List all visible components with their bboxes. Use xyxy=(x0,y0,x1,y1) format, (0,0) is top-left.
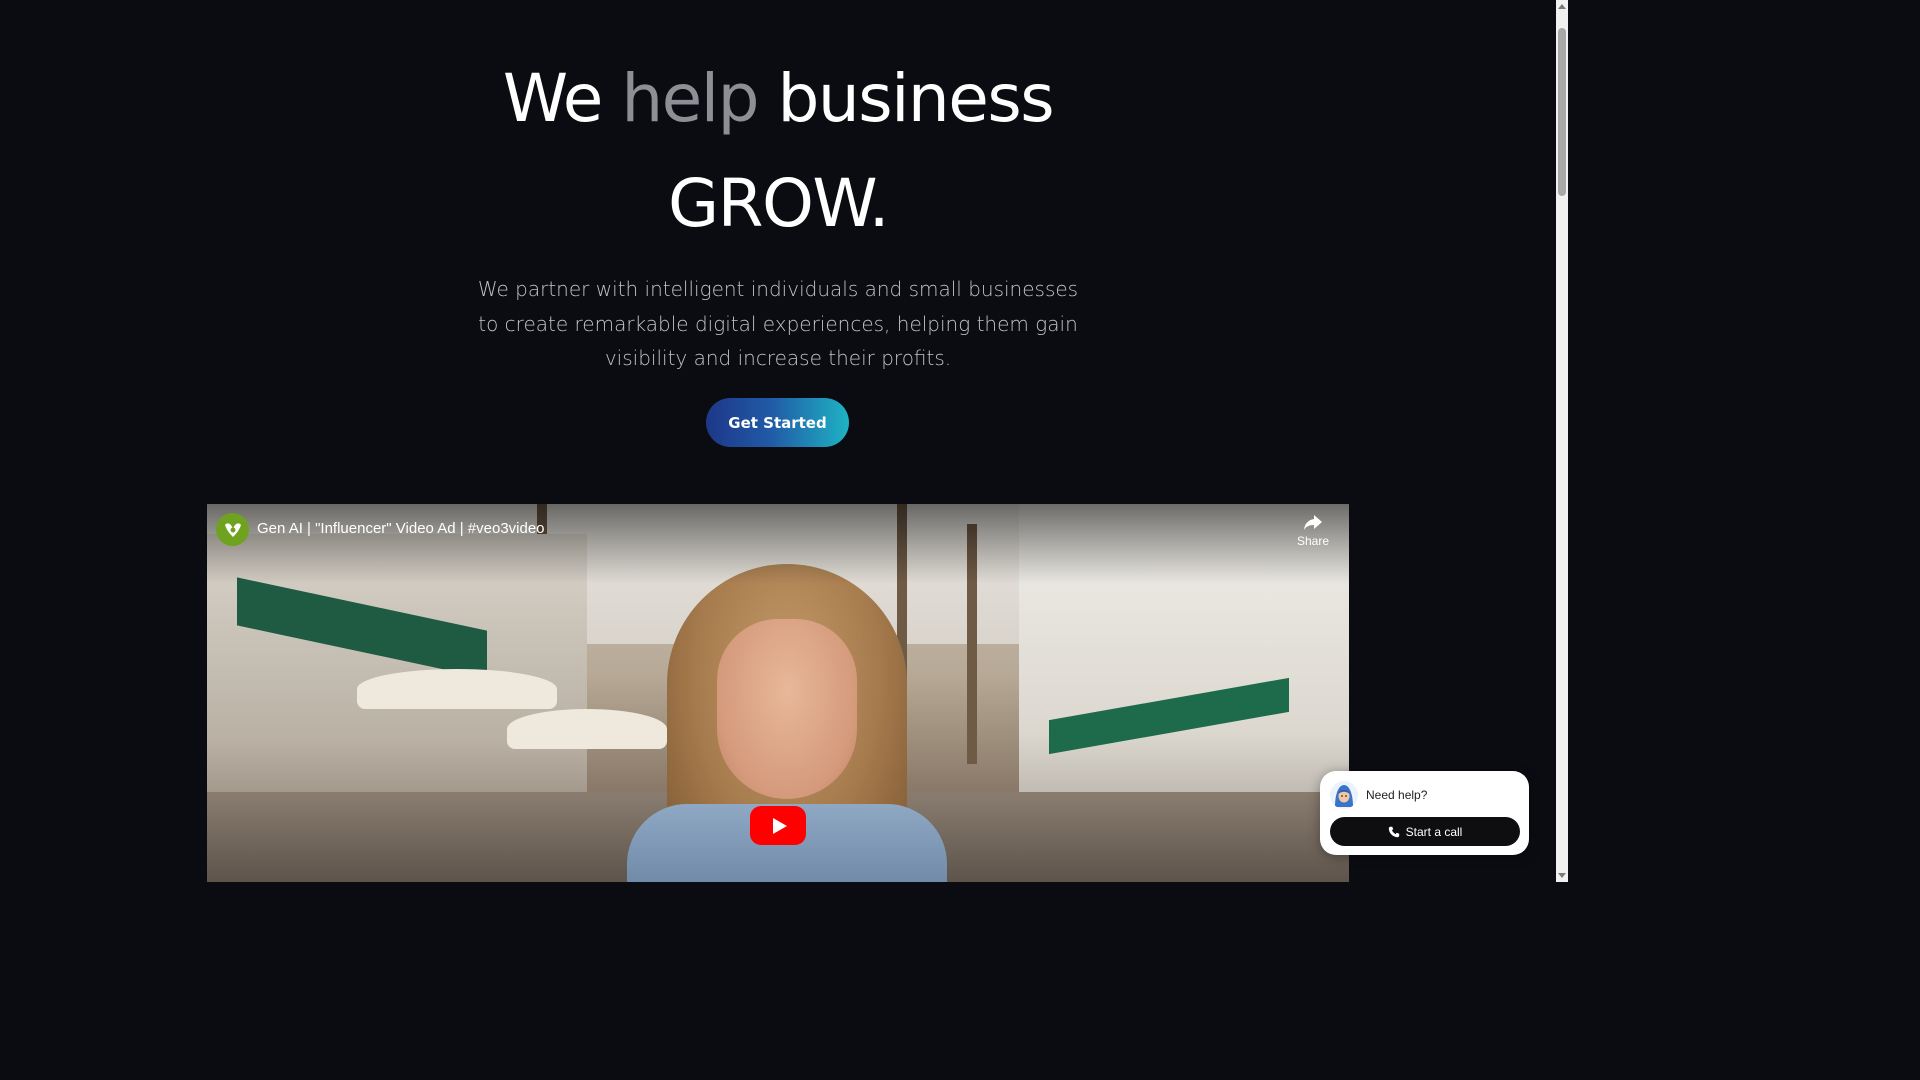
get-started-button[interactable]: Get Started xyxy=(706,398,849,447)
start-call-button[interactable]: Start a call xyxy=(1330,817,1520,846)
hero-word-business: business xyxy=(777,60,1054,137)
video-title-link[interactable]: Gen AI | "Influencer" Video Ad | #veo3vi… xyxy=(257,520,545,537)
scrollbar-thumb[interactable] xyxy=(1558,28,1566,196)
hero-subtitle: We partner with intelligent individuals … xyxy=(477,277,1079,370)
hero-word-help: help xyxy=(621,60,759,137)
support-avatar-icon xyxy=(1330,781,1358,809)
channel-logo-icon[interactable] xyxy=(216,513,249,546)
share-label: Share xyxy=(1296,534,1330,548)
share-button[interactable]: Share xyxy=(1291,514,1335,554)
video-frame-umbrella xyxy=(507,709,667,749)
hero-word-grow: GROW. xyxy=(667,165,890,242)
scroll-up-arrow-icon[interactable] xyxy=(1558,4,1566,9)
hero-title-line-2: GROW. xyxy=(0,165,1556,242)
youtube-video-embed[interactable]: Gen AI | "Influencer" Video Ad | #veo3vi… xyxy=(207,504,1349,882)
scroll-down-arrow-icon[interactable] xyxy=(1558,873,1566,878)
phone-icon xyxy=(1388,826,1399,837)
help-chat-widget: Need help? Start a call xyxy=(1320,771,1529,855)
video-top-gradient xyxy=(207,504,1349,584)
page-scrollbar[interactable] xyxy=(1556,0,1568,882)
hero-word-we: We xyxy=(502,60,604,137)
share-icon xyxy=(1304,515,1322,530)
hero-title-line-1: We help business xyxy=(0,60,1556,137)
need-help-label: Need help? xyxy=(1366,788,1428,802)
youtube-play-button[interactable] xyxy=(750,806,806,845)
start-call-label: Start a call xyxy=(1405,824,1463,839)
video-frame-umbrella xyxy=(357,669,557,709)
video-frame-face xyxy=(717,619,857,799)
youtube-play-icon xyxy=(772,817,787,834)
